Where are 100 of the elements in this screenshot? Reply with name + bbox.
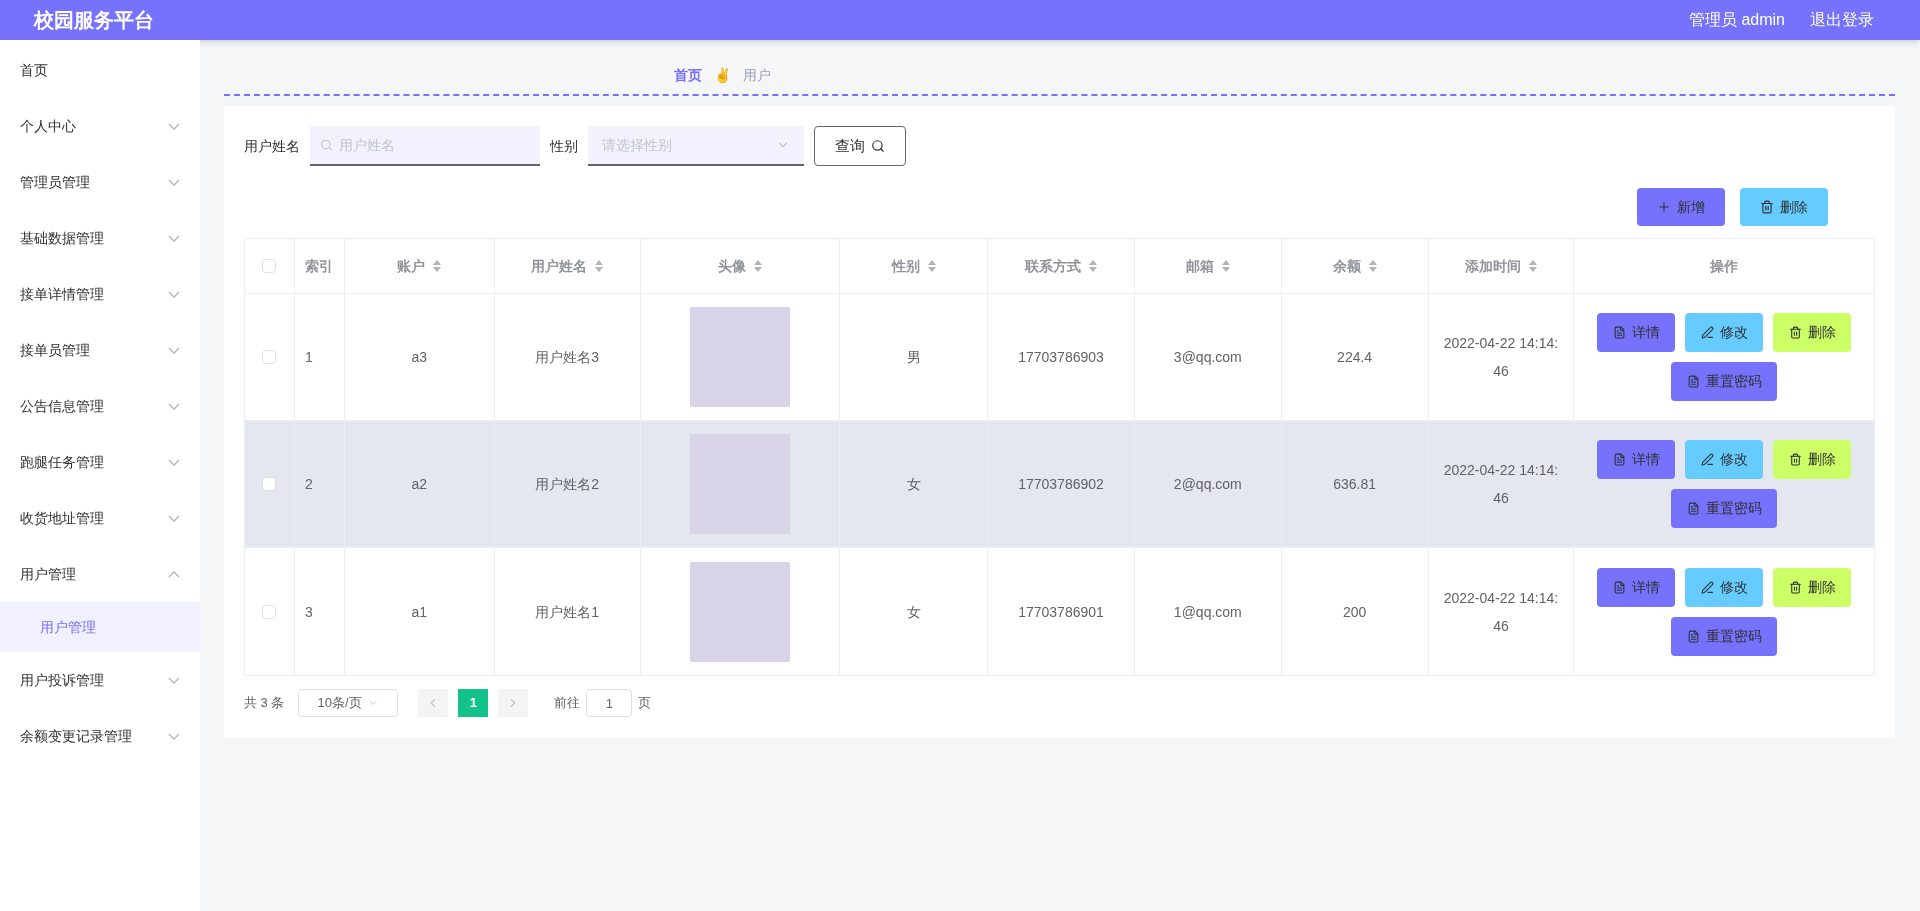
sort-icon[interactable] (1368, 260, 1377, 272)
trash-icon (1788, 580, 1802, 594)
table-cell-text: 女 (906, 602, 921, 622)
table-cell-text: 2022-04-22 14:14:46 (1442, 334, 1560, 381)
table-cell-text: 用户姓名2 (535, 475, 599, 494)
field-label: 性别 (550, 136, 578, 156)
chevron-down-icon (168, 122, 180, 130)
breadcrumb-separator: ✌ (714, 65, 731, 85)
document-icon (1612, 580, 1626, 594)
table-cell-text: 2022-04-22 14:14:46 (1442, 588, 1560, 636)
trash-icon (1788, 453, 1802, 466)
field-label: 用户姓名 (244, 136, 300, 156)
details-button[interactable]: 详情 (1597, 440, 1676, 479)
reset-password-button[interactable]: 重置密码 (1671, 616, 1778, 656)
sort-icon[interactable] (1221, 260, 1230, 272)
sidebar-item[interactable]: 用户投诉管理 (0, 652, 200, 708)
app-title: 校园服务平台 (34, 8, 154, 33)
query-button[interactable]: 查询 (814, 126, 906, 166)
search-icon (871, 139, 885, 153)
sort-icon[interactable] (1089, 260, 1097, 272)
table-cell-text: 2022-04-22 14:14:46 (1442, 461, 1560, 508)
table-cell-text: 636.81 (1333, 475, 1377, 494)
page-jump-field[interactable]: 1 (586, 689, 633, 717)
sidebar-item[interactable]: 首页 (0, 42, 200, 98)
chevron-down-icon (168, 514, 180, 522)
edit-button[interactable]: 修改 (1685, 313, 1764, 352)
sidebar-item[interactable]: 接单员管理 (0, 322, 200, 378)
table-cell-text: 17703786901 (1018, 602, 1104, 622)
sidebar-item[interactable]: 余额变更记录管理 (0, 708, 200, 764)
table-cell-text: 200 (1342, 602, 1367, 622)
table-cell-text: 女 (906, 475, 921, 494)
jump-suffix: 页 (638, 694, 652, 713)
table-cell-text: 1@qq.com (1173, 602, 1242, 622)
chevron-down-icon (168, 732, 180, 740)
chevron-down-icon (168, 290, 180, 298)
table-cell-text: 3@qq.com (1173, 348, 1242, 367)
next-page-button[interactable] (498, 689, 529, 717)
table-cell-text: 17703786903 (1018, 348, 1104, 367)
pen-icon (1700, 580, 1714, 594)
delete-button[interactable]: 删除 (1740, 188, 1828, 226)
checkbox[interactable] (262, 350, 277, 364)
table-cell-text: a1 (411, 602, 428, 622)
sidebar-item[interactable]: 跑腿任务管理 (0, 434, 200, 490)
total-count: 共 3 条 (244, 694, 285, 713)
sidebar-item[interactable]: 收货地址管理 (0, 490, 200, 546)
table-cell-text: 17703786902 (1018, 475, 1104, 494)
table-cell-text: 用户姓名3 (535, 348, 599, 367)
chevron-down-icon (168, 178, 180, 186)
checkbox[interactable] (262, 477, 277, 491)
sort-icon[interactable] (753, 260, 762, 272)
reset-password-button[interactable]: 重置密码 (1671, 362, 1778, 401)
details-button[interactable]: 详情 (1597, 313, 1676, 352)
chevron-down-icon (168, 458, 180, 466)
checkbox[interactable] (262, 604, 277, 619)
pen-icon (1700, 326, 1714, 339)
sidebar-item[interactable]: 个人中心 (0, 98, 200, 154)
edit-button[interactable]: 修改 (1685, 440, 1764, 479)
sidebar-item[interactable]: 接单详情管理 (0, 266, 200, 322)
document-icon (1686, 375, 1700, 388)
trash-icon (1760, 200, 1774, 214)
sidebar-item[interactable]: 基础数据管理 (0, 210, 200, 266)
pen-icon (1700, 453, 1714, 466)
checkbox[interactable] (262, 259, 277, 273)
prev-page-button[interactable] (418, 689, 449, 717)
sort-icon[interactable] (927, 260, 936, 272)
delete-button[interactable]: 删除 (1773, 440, 1852, 479)
jump-label: 前往 (554, 694, 581, 713)
chevron-down-icon (168, 676, 180, 684)
edit-button[interactable]: 修改 (1685, 567, 1764, 607)
search-icon (320, 138, 333, 152)
chevron-down-icon (168, 234, 180, 242)
page-size-select[interactable]: 10条/页 (298, 689, 399, 717)
add-button[interactable]: 新增 (1637, 188, 1725, 226)
logout-link[interactable]: 退出登录 (1810, 8, 1874, 32)
delete-button[interactable]: 删除 (1773, 313, 1852, 352)
document-icon (1686, 502, 1700, 515)
delete-button[interactable]: 删除 (1773, 567, 1852, 607)
table-cell-text: 3 (304, 602, 313, 622)
table-row[interactable]: 2 a2 用户姓名2 女 17703786902 2@qq.com 636.81 2022-04-22 14:14:46 详情 修改 删除 重置密码 (245, 421, 1874, 548)
chevron-up-icon (168, 570, 180, 578)
table-cell-text: 2@qq.com (1173, 475, 1242, 494)
sort-icon[interactable] (433, 260, 442, 272)
table-row[interactable]: 1 a3 用户姓名3 男 17703786903 3@qq.com 224.4 2022-04-22 14:14:46 详情 修改 删除 重置密码 (245, 294, 1874, 421)
breadcrumb-item[interactable]: 首页 (674, 64, 702, 86)
trash-icon (1788, 326, 1802, 339)
table-cell-text: a2 (411, 475, 428, 494)
sidebar-item[interactable]: 用户管理 (0, 546, 200, 602)
table-cell-text: 2 (304, 475, 313, 494)
table-cell-text: 男 (906, 348, 921, 367)
table-cell-text: 224.4 (1337, 348, 1373, 367)
sidebar-subitem[interactable]: 用户管理 (0, 602, 200, 652)
sidebar-item[interactable]: 公告信息管理 (0, 378, 200, 434)
document-icon (1686, 629, 1700, 643)
sort-icon[interactable] (595, 260, 604, 272)
sidebar-item[interactable]: 管理员管理 (0, 154, 200, 210)
reset-password-button[interactable]: 重置密码 (1671, 489, 1778, 528)
table-cell-text: 用户姓名1 (535, 602, 599, 622)
details-button[interactable]: 详情 (1597, 567, 1676, 607)
plus-icon (1657, 200, 1671, 214)
sort-icon[interactable] (1528, 260, 1537, 272)
